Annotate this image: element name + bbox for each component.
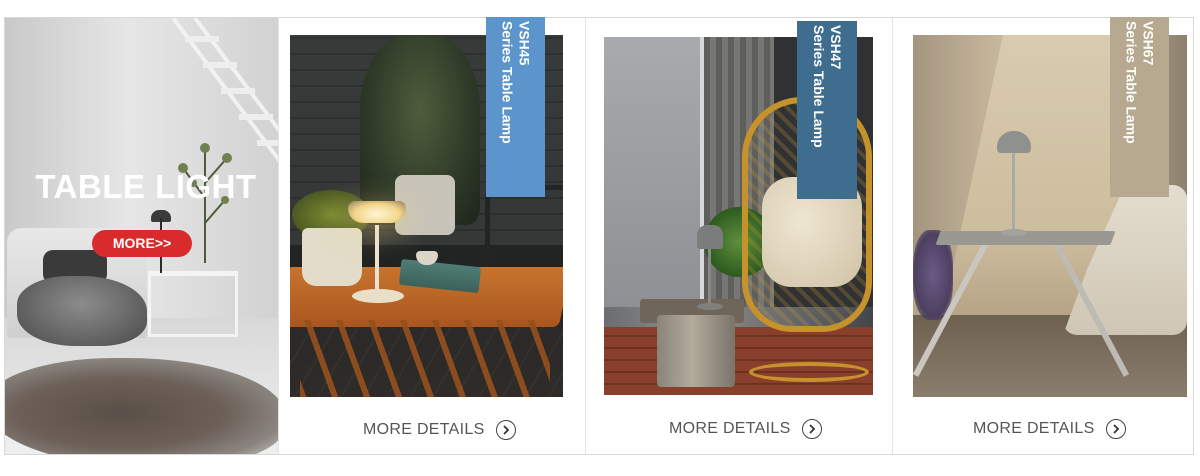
product-badge-vsh47: VSH47 Series Table Lamp <box>797 21 857 199</box>
more-details-link-vsh47[interactable]: MORE DETAILS <box>669 419 822 439</box>
fur-throw-image <box>17 276 147 346</box>
product-badge-vsh45: VSH45 Series Table Lamp <box>486 17 545 197</box>
more-details-link-vsh45[interactable]: MORE DETAILS <box>363 420 516 440</box>
chevron-right-circle-icon <box>1105 419 1126 439</box>
product-series: Series Table Lamp <box>1123 21 1140 144</box>
window-image <box>604 37 704 307</box>
more-button[interactable]: MORE>> <box>92 230 192 257</box>
hero-title: TABLE LIGHT <box>35 168 257 205</box>
chevron-right-circle-icon <box>495 420 516 440</box>
table-legs-image <box>300 320 550 397</box>
hero-banner[interactable]: TABLE LIGHT MORE>> <box>5 18 278 454</box>
card-divider <box>585 18 586 454</box>
deck-image <box>604 327 873 395</box>
lamp-base-image <box>1001 229 1027 236</box>
stump-table-image <box>657 315 735 387</box>
product-model: VSH45 <box>516 21 533 66</box>
product-model: VSH67 <box>1140 21 1157 66</box>
side-table-image <box>148 271 238 337</box>
lamp-head-image <box>997 131 1031 153</box>
product-badge-vsh67: VSH67 Series Table Lamp <box>1110 17 1169 197</box>
lamp-head-image <box>697 225 723 249</box>
more-details-label: MORE DETAILS <box>669 420 791 437</box>
lamp-base-image <box>352 289 404 303</box>
lamp-head-image <box>348 201 406 223</box>
card-divider <box>892 18 893 454</box>
product-series: Series Table Lamp <box>811 25 827 148</box>
product-series: Series Table Lamp <box>499 21 516 144</box>
product-model: VSH47 <box>828 25 844 70</box>
chair-stand-image <box>749 362 869 382</box>
more-details-label: MORE DETAILS <box>973 420 1095 437</box>
pot-image <box>302 228 362 286</box>
lamp-stem-image <box>375 225 379 297</box>
lamp-stem-image <box>708 245 711 307</box>
lamp-stem-image <box>1012 151 1015 233</box>
more-details-link-vsh67[interactable]: MORE DETAILS <box>973 419 1126 439</box>
lamp-base-image <box>697 303 723 310</box>
chevron-right-circle-icon <box>801 419 822 439</box>
more-details-label: MORE DETAILS <box>363 421 485 438</box>
card-divider <box>278 18 279 454</box>
camp-chair-image <box>1063 185 1187 335</box>
